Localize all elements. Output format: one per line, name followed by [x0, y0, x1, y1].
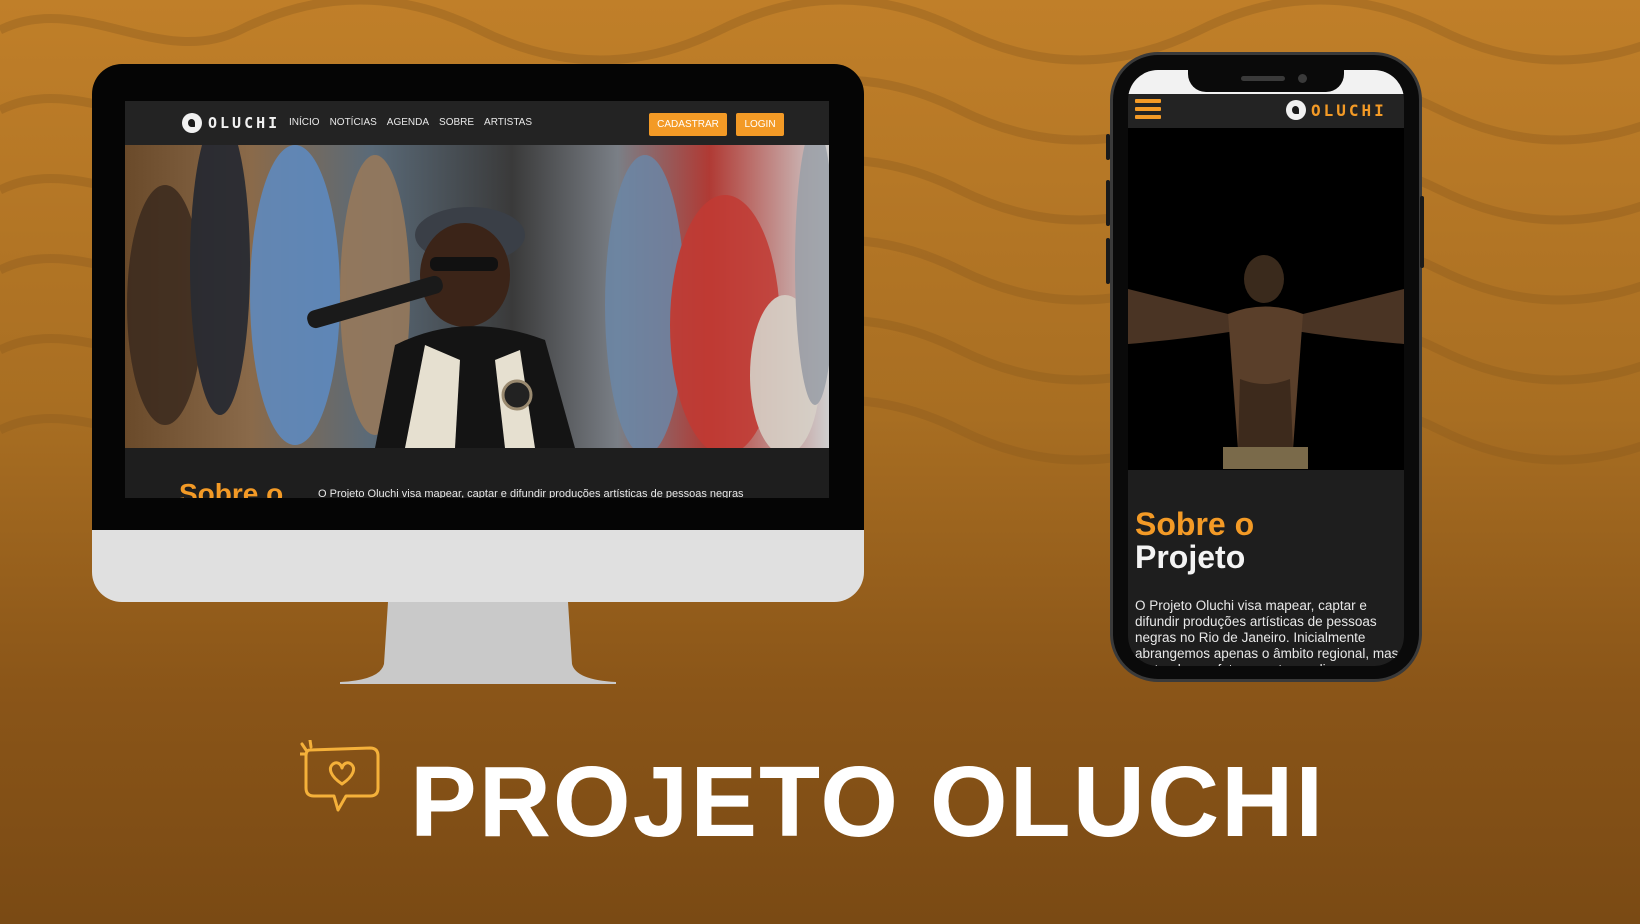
phone-power-button	[1420, 196, 1424, 268]
monitor-chin	[92, 530, 864, 602]
login-button[interactable]: LOGIN	[736, 113, 784, 136]
desktop-nav-menu: INÍCIO NOTÍCIAS AGENDA SOBRE ARTISTAS	[289, 117, 532, 128]
desktop-website-screen: OLUCHI INÍCIO NOTÍCIAS AGENDA SOBRE ARTI…	[125, 101, 829, 498]
hamburger-menu-icon[interactable]	[1135, 99, 1161, 121]
phone-side-button-mute	[1106, 134, 1110, 160]
mobile-hero-image	[1128, 129, 1404, 469]
nav-item-sobre[interactable]: SOBRE	[439, 117, 474, 128]
nav-item-agenda[interactable]: AGENDA	[387, 117, 429, 128]
chat-heart-icon	[300, 740, 380, 812]
mobile-navbar: OLUCHI	[1128, 94, 1404, 128]
desktop-about-section: Sobre o O Projeto Oluchi visa mapear, ca…	[125, 448, 829, 498]
nav-item-artistas[interactable]: ARTISTAS	[484, 117, 532, 128]
mobile-logo[interactable]: OLUCHI	[1286, 100, 1387, 120]
nav-item-noticias[interactable]: NOTÍCIAS	[330, 117, 377, 128]
nav-item-inicio[interactable]: INÍCIO	[289, 117, 320, 128]
monitor-stand	[340, 602, 616, 684]
phone-volume-down-button	[1106, 238, 1110, 284]
cadastrar-button[interactable]: CADASTRAR	[649, 113, 727, 136]
phone-camera	[1298, 74, 1307, 83]
phone-volume-up-button	[1106, 180, 1110, 226]
mobile-website-screen: OLUCHI Sobre o Projeto O Projeto Oluchi …	[1128, 70, 1404, 666]
desktop-hero-image	[125, 145, 829, 448]
desktop-logo-text: OLUCHI	[208, 114, 281, 132]
desktop-navbar: OLUCHI INÍCIO NOTÍCIAS AGENDA SOBRE ARTI…	[125, 101, 829, 145]
headline-title: PROJETO OLUCHI	[410, 746, 1326, 858]
mobile-about-title-line2: Projeto	[1135, 539, 1246, 575]
desktop-about-text: O Projeto Oluchi visa mapear, captar e d…	[318, 488, 744, 498]
oluchi-logo-icon	[1286, 100, 1306, 120]
phone-speaker	[1241, 76, 1285, 81]
desktop-logo[interactable]: OLUCHI	[182, 113, 280, 133]
mobile-about-title-line1: Sobre o	[1135, 506, 1255, 542]
desktop-about-title: Sobre o	[179, 478, 284, 498]
mobile-about-text: O Projeto Oluchi visa mapear, captar e d…	[1135, 598, 1399, 666]
mobile-about-section: Sobre o Projeto O Projeto Oluchi visa ma…	[1128, 470, 1404, 666]
mobile-logo-text: OLUCHI	[1311, 100, 1387, 120]
oluchi-logo-icon	[182, 113, 202, 133]
hero-photo-dancer	[1128, 255, 1404, 469]
hero-photo-singer	[127, 145, 829, 448]
